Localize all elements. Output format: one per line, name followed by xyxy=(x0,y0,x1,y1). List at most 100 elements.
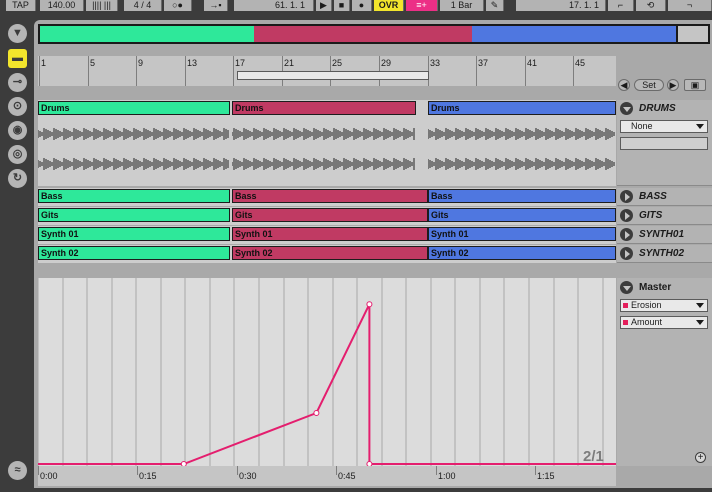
automation-envelope[interactable] xyxy=(37,278,628,467)
fold-open-icon[interactable] xyxy=(620,102,633,115)
clip-label: Gits xyxy=(235,210,253,220)
clip[interactable]: Drums xyxy=(428,101,616,115)
clip-label: Drums xyxy=(235,103,264,113)
prev-locator-icon[interactable]: ◀ xyxy=(618,79,630,91)
bar-ruler[interactable]: 1 5 9 13 17 21 25 29 33 37 41 45 xyxy=(38,56,616,86)
stop-icon[interactable]: ■ xyxy=(334,0,350,11)
draw-mode-icon[interactable]: ✎ xyxy=(486,0,504,11)
automation-arm-icon[interactable]: ≡+ xyxy=(406,0,438,11)
fold-closed-icon[interactable] xyxy=(620,247,633,260)
clip[interactable]: Synth 01 xyxy=(232,227,428,241)
track-lane[interactable]: Drums Drums Drums xyxy=(38,100,616,186)
song-overview[interactable] xyxy=(38,24,710,44)
fold-closed-icon[interactable] xyxy=(620,190,633,203)
add-icon[interactable]: + xyxy=(695,452,706,463)
quantize-dropdown[interactable]: 1 Bar xyxy=(440,0,484,11)
waveform xyxy=(428,158,615,170)
position-field[interactable]: 61. 1. 1 xyxy=(234,0,314,11)
loop-brace[interactable] xyxy=(237,71,429,80)
master-automation-lane[interactable] xyxy=(37,278,628,467)
clip[interactable]: Synth 01 xyxy=(38,227,230,241)
track-name: SYNTH01 xyxy=(639,229,685,240)
ruler-bar-label: 25 xyxy=(332,58,343,68)
play-icon[interactable]: ▶ xyxy=(316,0,332,11)
clip-label: Synth 01 xyxy=(41,229,79,239)
loop-switch-icon[interactable]: ⟲ xyxy=(636,0,666,11)
io-icon[interactable]: ⊙ xyxy=(8,97,27,116)
waveform xyxy=(428,128,615,140)
tempo-field[interactable]: 140.00 xyxy=(40,0,84,11)
ruler-bar-label: 33 xyxy=(430,58,441,68)
device-color-swatch xyxy=(623,303,628,308)
time-tick xyxy=(336,466,337,475)
clip[interactable]: Synth 02 xyxy=(38,246,230,260)
clip[interactable]: Synth 02 xyxy=(232,246,428,260)
clip[interactable]: Gits xyxy=(232,208,428,222)
daw-window: TAP 140.00 |||| ||| 4 / 4 ○● →▪ 61. 1. 1… xyxy=(0,0,712,492)
ruler-tick xyxy=(476,56,477,86)
tap-button[interactable]: TAP xyxy=(6,0,36,11)
next-locator-icon[interactable]: ▶ xyxy=(667,79,679,91)
clip-label: Synth 02 xyxy=(235,248,273,258)
clip-label: Bass xyxy=(41,191,63,201)
time-tick xyxy=(38,466,39,475)
track-lane[interactable]: Synth 01 Synth 01 Synth 01 xyxy=(38,226,616,244)
parameter-chooser[interactable]: Amount xyxy=(620,316,708,329)
parameter-chooser-label: Amount xyxy=(631,317,663,327)
nudge-buttons[interactable]: |||| ||| xyxy=(86,0,118,11)
clip[interactable]: Bass xyxy=(232,189,428,203)
track-header: SYNTH01 xyxy=(617,226,712,244)
clip[interactable]: Gits xyxy=(38,208,230,222)
clip[interactable]: Synth 02 xyxy=(428,246,616,260)
ruler-tick xyxy=(136,56,137,86)
triangle-down-icon[interactable]: ▼ xyxy=(8,24,27,43)
time-label: 0:30 xyxy=(239,471,257,481)
clip[interactable]: Gits xyxy=(428,208,616,222)
waveform-icon[interactable]: ≈ xyxy=(8,461,27,480)
plug-icon[interactable]: ⊸ xyxy=(8,73,27,92)
time-ruler[interactable]: 0:00 0:15 0:30 0:45 1:00 1:15 xyxy=(38,466,616,486)
drums-parameter-chooser[interactable] xyxy=(620,137,708,150)
drums-device-chooser[interactable]: None xyxy=(620,120,708,133)
clip[interactable]: Drums xyxy=(38,101,230,115)
loop-start-field[interactable]: 17. 1. 1 xyxy=(516,0,606,11)
ruler-bar-label: 5 xyxy=(90,58,96,68)
device-chooser[interactable]: Erosion xyxy=(620,299,708,312)
overdub-button[interactable]: OVR xyxy=(374,0,404,11)
metronome-icon[interactable]: ○● xyxy=(164,0,192,11)
track-name: DRUMS xyxy=(639,103,676,114)
clip-label: Synth 02 xyxy=(41,248,79,258)
follow-icon[interactable]: →▪ xyxy=(204,0,228,11)
track-lane[interactable]: Gits Gits Gits xyxy=(38,207,616,225)
punch-out-icon[interactable]: ¬ xyxy=(668,0,712,11)
clip[interactable]: Bass xyxy=(428,189,616,203)
track-lane[interactable]: Synth 02 Synth 02 Synth 02 xyxy=(38,245,616,263)
set-locator-button[interactable]: Set xyxy=(634,79,664,91)
clip[interactable]: Synth 01 xyxy=(428,227,616,241)
send-icon[interactable]: ◉ xyxy=(8,121,27,140)
clip[interactable]: Drums xyxy=(232,101,416,115)
lock-icon[interactable]: ▣ xyxy=(684,79,706,91)
track-name: SYNTH02 xyxy=(639,248,685,259)
return-icon[interactable]: ◎ xyxy=(8,145,27,164)
signature-field[interactable]: 4 / 4 xyxy=(124,0,162,11)
fold-closed-icon[interactable] xyxy=(620,228,633,241)
master-fold-icon[interactable] xyxy=(620,281,633,294)
automation-breakpoint[interactable] xyxy=(313,410,320,416)
clip-view-icon[interactable]: ▬ xyxy=(8,49,27,68)
overview-red-segment xyxy=(254,26,472,42)
track-lane[interactable]: Bass Bass Bass xyxy=(38,188,616,206)
time-label: 1:15 xyxy=(537,471,555,481)
clip-label: Bass xyxy=(235,191,257,201)
automation-breakpoint[interactable] xyxy=(366,301,373,308)
punch-in-icon[interactable]: ⌐ xyxy=(608,0,634,11)
ruler-bar-label: 13 xyxy=(187,58,198,68)
ruler-bar-label: 17 xyxy=(235,58,246,68)
overview-blue-segment xyxy=(472,26,676,42)
track-count-label: 2/1 xyxy=(583,448,604,465)
chevron-down-icon xyxy=(696,303,704,308)
fold-closed-icon[interactable] xyxy=(620,209,633,222)
clip[interactable]: Bass xyxy=(38,189,230,203)
mixer-icon[interactable]: ↻ xyxy=(8,169,27,188)
record-icon[interactable]: ● xyxy=(352,0,372,11)
